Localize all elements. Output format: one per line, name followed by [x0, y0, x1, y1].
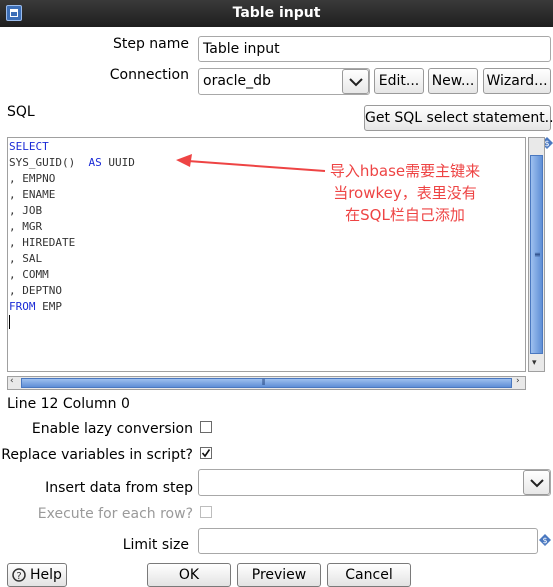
annotation-line: 在SQL栏自己添加	[345, 206, 465, 224]
vertical-scroll-thumb[interactable]: ≡	[530, 155, 543, 354]
variable-diamond-icon: $	[539, 534, 551, 546]
replace-variables-label: Replace variables in script?	[1, 447, 193, 463]
grip-icon: ≡	[534, 250, 541, 259]
sql-line: SYS_GUID() AS UUID	[9, 156, 135, 169]
horizontal-scroll-thumb[interactable]: ⦀	[21, 378, 512, 388]
insert-data-select[interactable]	[198, 469, 551, 496]
scroll-left-arrow-icon[interactable]: ‹	[10, 376, 14, 386]
lazy-conversion-checkbox[interactable]	[200, 421, 212, 433]
wizard-button[interactable]: Wizard...	[483, 68, 551, 94]
lazy-conversion-label: Enable lazy conversion	[31, 421, 193, 437]
step-name-input[interactable]: Table input	[198, 36, 551, 62]
execute-each-row-checkbox[interactable]	[200, 506, 212, 518]
insert-data-dropdown-button[interactable]	[523, 470, 550, 495]
sql-line: , EMPNO	[9, 172, 56, 185]
preview-button[interactable]: Preview	[237, 563, 321, 587]
step-name-label: Step name	[112, 36, 189, 52]
connection-dropdown-button[interactable]	[342, 69, 369, 94]
sql-line: SELECT	[9, 140, 49, 153]
sql-line: , MGR	[9, 220, 43, 233]
annotation-line: 当rowkey，表里没有	[333, 184, 477, 202]
horizontal-scrollbar[interactable]: ‹ ⦀ ›	[7, 376, 526, 390]
limit-size-input[interactable]	[198, 528, 538, 554]
svg-text:$: $	[544, 139, 549, 148]
sql-line: , HIREDATE	[9, 236, 76, 249]
annotation-text: 导入hbase需要主键来 当rowkey，表里没有 在SQL栏自己添加	[320, 160, 490, 226]
cancel-button[interactable]: Cancel	[327, 563, 411, 587]
title-bar: Table input	[0, 0, 553, 27]
sql-line: , SAL	[9, 252, 43, 265]
sql-line: , JOB	[9, 204, 43, 217]
window-title: Table input	[232, 5, 321, 21]
svg-text:?: ?	[16, 571, 21, 582]
connection-value: oracle_db	[203, 73, 271, 89]
annotation-line: 导入hbase需要主键来	[329, 162, 481, 180]
scroll-right-arrow-icon[interactable]: ›	[516, 376, 520, 386]
ok-button[interactable]: OK	[147, 563, 231, 587]
help-button[interactable]: ? Help	[7, 563, 67, 587]
sql-label: SQL	[7, 104, 35, 120]
replace-variables-checkbox[interactable]	[200, 447, 212, 459]
chevron-down-icon	[530, 479, 544, 488]
limit-size-label: Limit size	[122, 537, 189, 553]
edit-connection-button[interactable]: Edit...	[374, 68, 424, 94]
sql-line: , DEPTNO	[9, 284, 62, 297]
help-label: Help	[30, 567, 62, 583]
chevron-down-icon	[349, 78, 363, 87]
insert-data-label: Insert data from step	[45, 480, 193, 496]
execute-each-row-label: Execute for each row?	[37, 506, 193, 522]
cursor-position: Line 12 Column 0	[7, 396, 130, 412]
help-icon: ?	[12, 568, 26, 582]
sql-code: SELECT SYS_GUID() AS UUID , EMPNO , ENAM…	[9, 139, 135, 315]
annotation-arrow	[176, 154, 326, 172]
vertical-scrollbar[interactable]: ≡ ▾	[528, 137, 545, 372]
scroll-down-arrow-icon[interactable]: ▾	[532, 358, 537, 368]
text-caret	[9, 315, 10, 329]
checkmark-icon	[201, 449, 211, 458]
sql-line: , ENAME	[9, 188, 56, 201]
sql-line: , COMM	[9, 268, 49, 281]
get-sql-button[interactable]: Get SQL select statement...	[364, 105, 553, 131]
new-connection-button[interactable]: New...	[428, 68, 478, 94]
grip-icon: ⦀	[262, 378, 266, 387]
connection-label: Connection	[109, 67, 189, 83]
svg-text:$: $	[542, 536, 547, 545]
sql-line: FROM EMP	[9, 300, 62, 313]
